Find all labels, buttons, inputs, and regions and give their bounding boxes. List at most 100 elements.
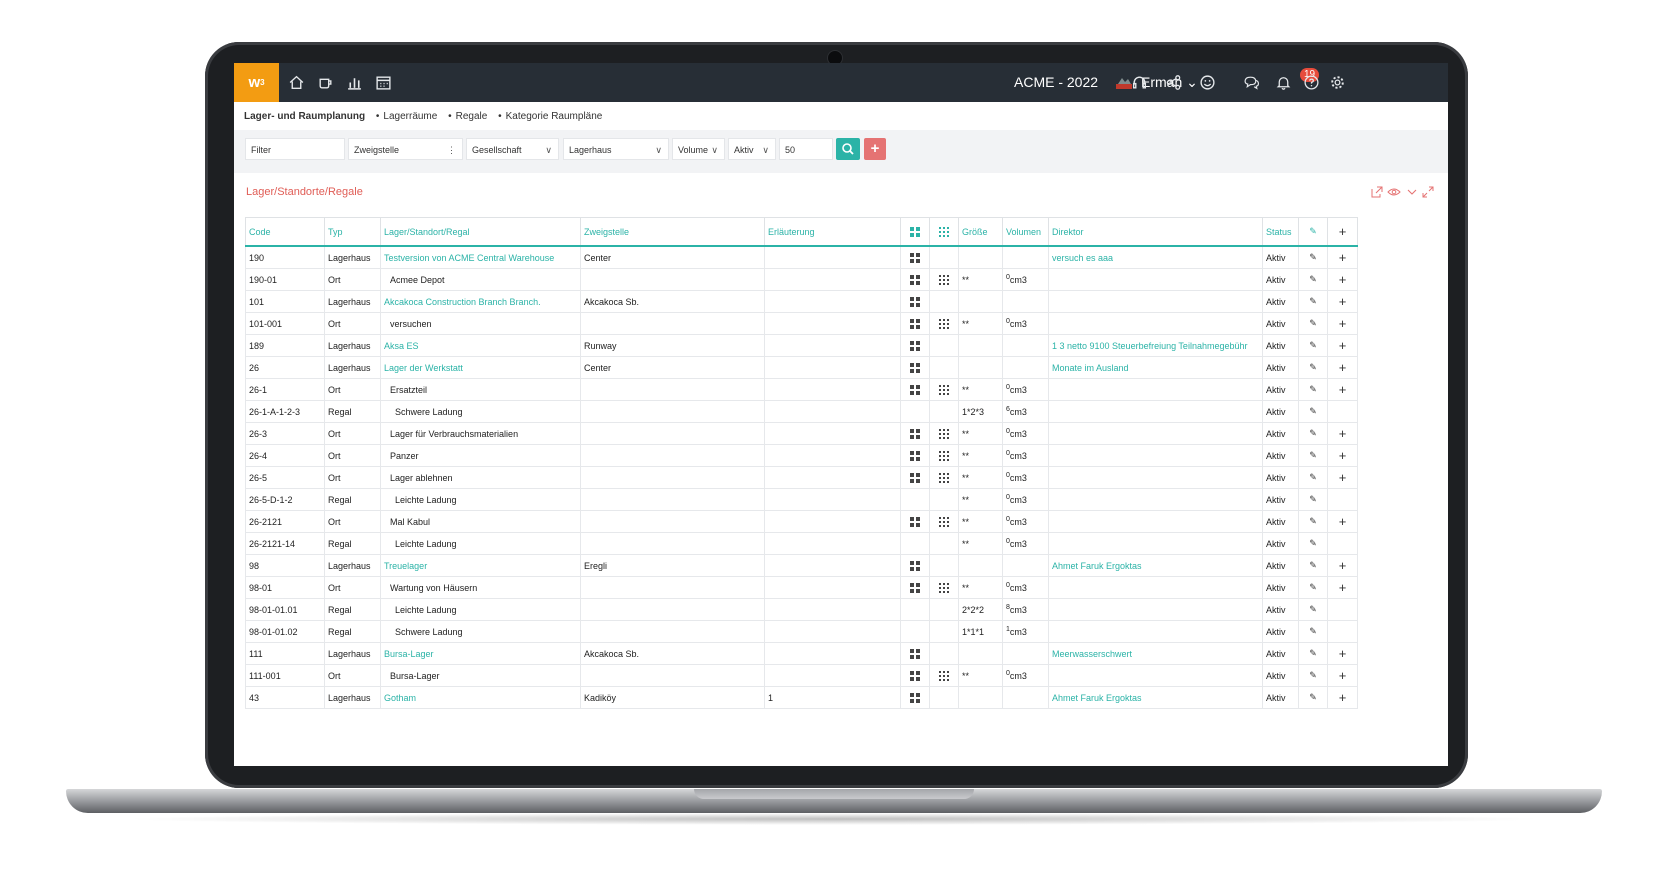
cell-layout[interactable] — [900, 510, 930, 533]
add-child-button[interactable]: + — [1327, 378, 1358, 401]
table-row[interactable]: 26-1 Ort Ersatzteil ** 0cm3 Aktiv ✎ + — [245, 378, 1358, 401]
edit-button[interactable]: ✎ — [1298, 554, 1328, 577]
edit-button[interactable]: ✎ — [1298, 444, 1328, 467]
cell-name[interactable]: Testversion von ACME Central Warehouse — [380, 245, 581, 269]
cell-direktor[interactable] — [1048, 510, 1263, 533]
cell-layout[interactable] — [900, 290, 930, 313]
cell-layout[interactable] — [900, 356, 930, 379]
company-selector[interactable]: ACME - 2022 — [1014, 74, 1098, 90]
edit-button[interactable]: ✎ — [1298, 400, 1328, 423]
cell-layout[interactable] — [900, 268, 930, 291]
edit-button[interactable]: ✎ — [1298, 488, 1328, 511]
col-edit[interactable]: ✎ — [1298, 217, 1328, 247]
cell-name[interactable]: Gotham — [380, 686, 581, 709]
edit-button[interactable]: ✎ — [1298, 290, 1328, 313]
edit-button[interactable]: ✎ — [1298, 245, 1328, 269]
bell-icon[interactable] — [1275, 74, 1292, 91]
cell-dots[interactable] — [929, 312, 959, 335]
edit-button[interactable]: ✎ — [1298, 422, 1328, 445]
breadcrumb-item-lagerraeume[interactable]: Lagerräume — [376, 111, 437, 122]
cell-direktor[interactable] — [1048, 620, 1263, 643]
app-logo[interactable]: w3 — [234, 63, 279, 102]
cell-direktor[interactable]: Monate im Ausland — [1048, 356, 1263, 379]
lagerhaus-select[interactable]: Lagerhaus ∨ — [563, 138, 669, 160]
coffee-cup-icon[interactable] — [317, 74, 334, 91]
add-child-button[interactable]: + — [1327, 334, 1358, 357]
cell-direktor[interactable] — [1048, 290, 1263, 313]
edit-button[interactable]: ✎ — [1298, 466, 1328, 489]
cell-dots[interactable] — [929, 378, 959, 401]
cell-layout[interactable] — [900, 554, 930, 577]
col-code[interactable]: Code — [245, 217, 325, 247]
add-child-button[interactable]: + — [1327, 356, 1358, 379]
cell-layout[interactable] — [900, 378, 930, 401]
cell-direktor[interactable] — [1048, 598, 1263, 621]
edit-button[interactable]: ✎ — [1298, 532, 1328, 555]
cell-dots[interactable] — [929, 510, 959, 533]
add-child-button[interactable]: + — [1327, 290, 1358, 313]
col-direktor[interactable]: Direktor — [1048, 217, 1263, 247]
add-child-button[interactable]: + — [1327, 554, 1358, 577]
aktiv-select[interactable]: Aktiv ∨ — [728, 138, 776, 160]
col-add[interactable]: + — [1327, 217, 1358, 247]
cell-dots[interactable] — [929, 466, 959, 489]
cell-dots[interactable] — [929, 422, 959, 445]
cell-direktor[interactable] — [1048, 268, 1263, 291]
edit-button[interactable]: ✎ — [1298, 620, 1328, 643]
edit-button[interactable]: ✎ — [1298, 356, 1328, 379]
volume-select[interactable]: Volume ∨ — [672, 138, 725, 160]
cell-layout[interactable] — [900, 642, 930, 665]
table-row[interactable]: 26-4 Ort Panzer ** 0cm3 Aktiv ✎ + — [245, 444, 1358, 467]
table-row[interactable]: 26-5 Ort Lager ablehnen ** 0cm3 Aktiv ✎ + — [245, 466, 1358, 489]
help-icon[interactable] — [1303, 74, 1320, 91]
share-icon[interactable] — [1165, 74, 1182, 91]
cell-direktor[interactable]: 1 3 netto 9100 Steuerbefreiung Teilnahme… — [1048, 334, 1263, 357]
table-row[interactable]: 98 Lagerhaus Treuelager Eregli Ahmet Faruk E… — [245, 554, 1358, 577]
col-status[interactable]: Status — [1262, 217, 1299, 247]
eye-icon[interactable] — [1387, 186, 1401, 198]
cell-layout[interactable] — [900, 466, 930, 489]
add-child-button[interactable]: + — [1327, 642, 1358, 665]
cell-dots[interactable] — [929, 268, 959, 291]
table-row[interactable]: 111 Lagerhaus Bursa-Lager Akcakoca Sb. Meerw… — [245, 642, 1358, 665]
edit-button[interactable]: ✎ — [1298, 598, 1328, 621]
cell-direktor[interactable] — [1048, 466, 1263, 489]
cell-direktor[interactable]: Meerwasserschwert — [1048, 642, 1263, 665]
cell-direktor[interactable] — [1048, 532, 1263, 555]
cell-name[interactable]: Treuelager — [380, 554, 581, 577]
cell-direktor[interactable] — [1048, 488, 1263, 511]
cell-direktor[interactable] — [1048, 378, 1263, 401]
export-icon[interactable] — [1371, 186, 1383, 198]
cell-direktor[interactable] — [1048, 664, 1263, 687]
edit-button[interactable]: ✎ — [1298, 334, 1328, 357]
chat-icon[interactable] — [1243, 74, 1260, 91]
cell-name[interactable]: Akcakoca Construction Branch Branch. — [380, 290, 581, 313]
col-layout[interactable] — [900, 217, 930, 247]
search-button[interactable] — [836, 138, 860, 160]
edit-button[interactable]: ✎ — [1298, 378, 1328, 401]
table-row[interactable]: 98-01 Ort Wartung von Häusern ** 0cm3 Aktiv ✎ + — [245, 576, 1358, 599]
cell-name[interactable]: Bursa-Lager — [380, 642, 581, 665]
page-size-input[interactable]: 50 — [779, 138, 833, 160]
col-lager[interactable]: Lager/Standort/Regal — [380, 217, 581, 247]
home-icon[interactable] — [288, 74, 305, 91]
col-groesse[interactable]: Größe — [958, 217, 1003, 247]
expand-icon[interactable] — [1422, 186, 1434, 198]
breadcrumb-root[interactable]: Lager- und Raumplanung — [244, 111, 365, 122]
cell-layout[interactable] — [900, 312, 930, 335]
col-typ[interactable]: Typ — [324, 217, 381, 247]
collapse-icon[interactable] — [1406, 186, 1418, 198]
add-child-button[interactable]: + — [1327, 686, 1358, 709]
cell-layout[interactable] — [900, 422, 930, 445]
add-child-button[interactable]: + — [1327, 268, 1358, 291]
gear-icon[interactable] — [1329, 74, 1346, 91]
cell-direktor[interactable]: versuch es aaa — [1048, 245, 1263, 269]
table-row[interactable]: 101 Lagerhaus Akcakoca Construction Branch… — [245, 290, 1358, 313]
table-row[interactable]: 190-01 Ort Acmee Depot ** 0cm3 Aktiv ✎ + — [245, 268, 1358, 291]
cell-direktor[interactable]: Ahmet Faruk Ergoktas — [1048, 686, 1263, 709]
smiley-icon[interactable] — [1199, 74, 1216, 91]
edit-button[interactable]: ✎ — [1298, 664, 1328, 687]
cell-dots[interactable] — [929, 664, 959, 687]
col-volumen[interactable]: Volumen — [1002, 217, 1049, 247]
cell-dots[interactable] — [929, 576, 959, 599]
